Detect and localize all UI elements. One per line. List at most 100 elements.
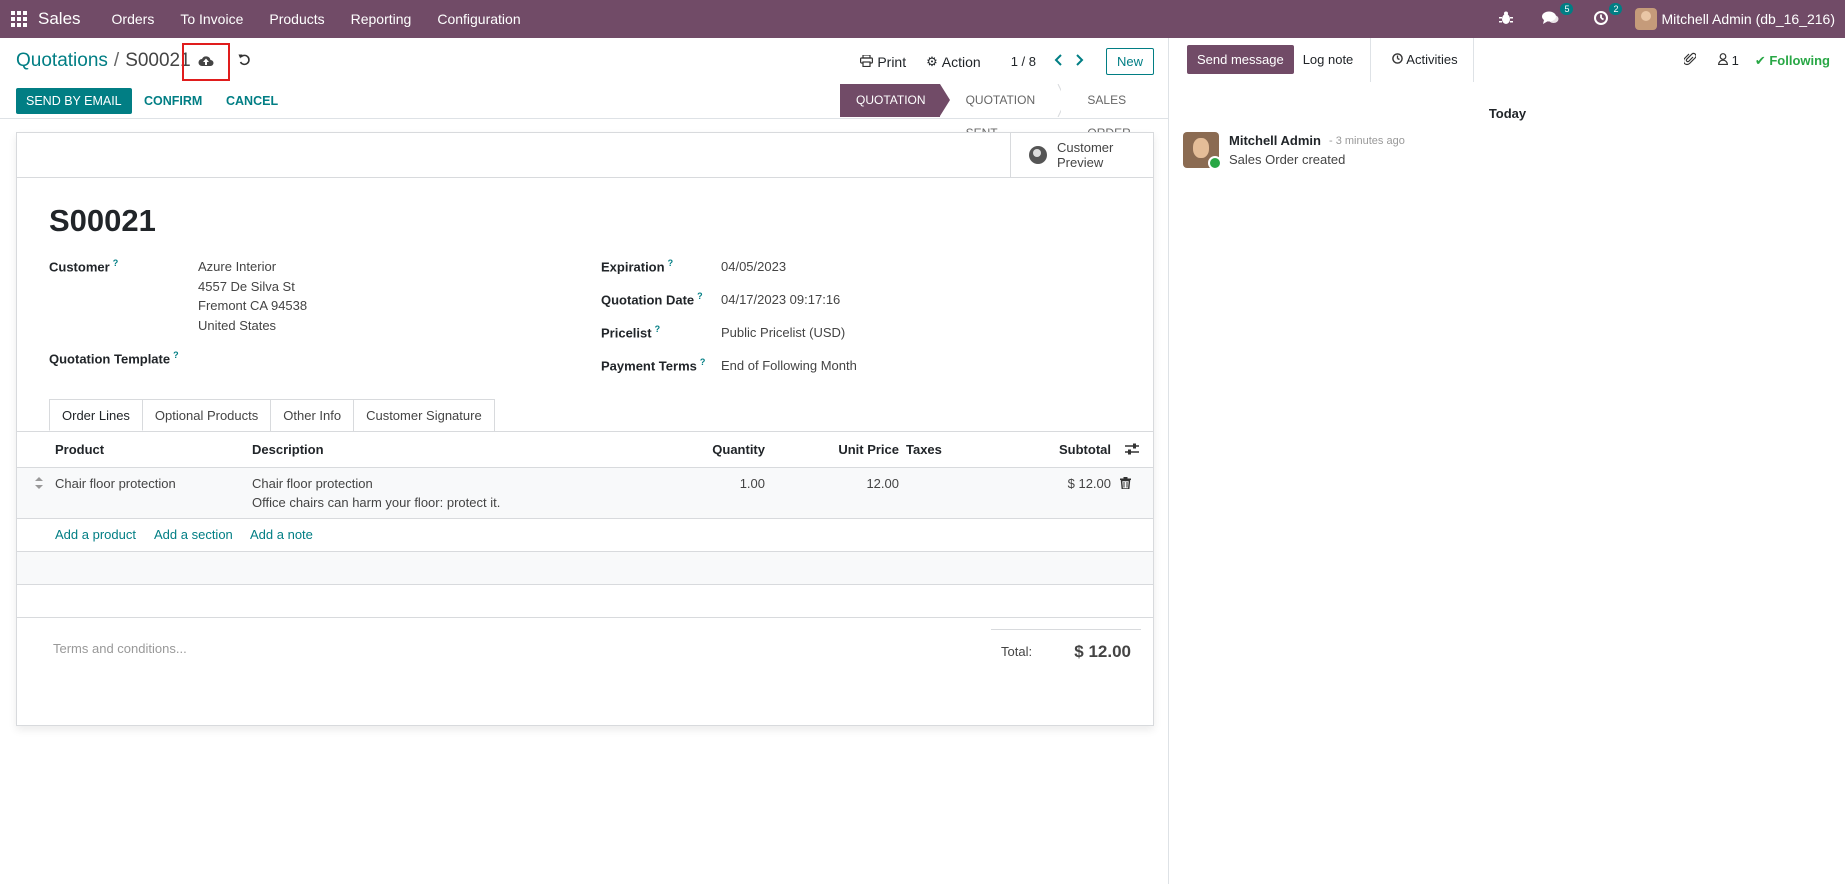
add-product-link[interactable]: Add a product xyxy=(55,527,136,542)
menu-reporting[interactable]: Reporting xyxy=(338,0,425,38)
systray: 5 2 Mitchell Admin (db_16_216) xyxy=(1488,0,1845,38)
terms-conditions-input[interactable]: Terms and conditions... xyxy=(53,641,187,656)
stage-sales-order[interactable]: SALES ORDER xyxy=(1061,84,1168,140)
help-tooltip-icon[interactable]: ? xyxy=(668,258,674,268)
column-taxes[interactable]: Taxes xyxy=(906,442,942,457)
activities-clock-icon[interactable]: 2 xyxy=(1594,2,1623,28)
followers-count: 1 xyxy=(1731,53,1739,68)
stage-quotation[interactable]: QUOTATION xyxy=(840,84,950,117)
user-avatar xyxy=(1635,8,1658,30)
control-panel-actions: Print ⚙ Action 1 / 8 New xyxy=(840,48,1154,75)
pager-next-icon[interactable] xyxy=(1075,53,1084,70)
quotation-template-field[interactable] xyxy=(198,347,498,367)
menu-products[interactable]: Products xyxy=(256,0,337,38)
table-row[interactable]: Chair floor protection Chair floor prote… xyxy=(17,468,1153,519)
row-description-line1[interactable]: Chair floor protection xyxy=(252,474,373,493)
user-name: Mitchell Admin (db_16_216) xyxy=(1661,11,1835,27)
activities-button[interactable]: Activities xyxy=(1377,38,1474,82)
totals-box: Total: $ 12.00 xyxy=(991,629,1141,670)
row-quantity[interactable]: 1.00 xyxy=(740,474,765,493)
menu-orders[interactable]: Orders xyxy=(99,0,168,38)
form-sheet: Customer Preview S00021 Customer? Azure … xyxy=(16,132,1154,726)
message-author[interactable]: Mitchell Admin xyxy=(1229,133,1321,148)
customer-name: Azure Interior xyxy=(198,259,277,274)
tab-order-lines[interactable]: Order Lines xyxy=(49,399,143,431)
stage-quotation-sent[interactable]: QUOTATION SENT xyxy=(939,84,1067,140)
debug-bug-icon[interactable] xyxy=(1499,11,1514,28)
help-tooltip-icon[interactable]: ? xyxy=(173,350,179,360)
stage-arrow xyxy=(939,84,950,116)
total-value: $ 12.00 xyxy=(1074,642,1131,661)
trash-icon[interactable] xyxy=(1120,477,1131,492)
row-unit-price[interactable]: 12.00 xyxy=(866,474,899,493)
stage-pipeline: QUOTATION QUOTATION SENT SALES ORDER xyxy=(840,84,1168,140)
paperclip-icon[interactable] xyxy=(1682,52,1697,69)
column-subtotal[interactable]: Subtotal xyxy=(1059,442,1111,457)
optional-columns-sliders-icon[interactable] xyxy=(1125,443,1139,458)
globe-icon xyxy=(1029,146,1047,164)
send-message-button[interactable]: Send message xyxy=(1187,45,1294,74)
following-button[interactable]: ✔ Following xyxy=(1755,53,1830,69)
column-description[interactable]: Description xyxy=(252,442,324,457)
pricelist-field[interactable]: Public Pricelist (USD) xyxy=(721,323,845,343)
customer-city: Fremont CA 94538 xyxy=(198,298,308,313)
payment-terms-field[interactable]: End of Following Month xyxy=(721,356,857,376)
messages-icon[interactable]: 5 xyxy=(1542,2,1574,28)
tab-customer-signature[interactable]: Customer Signature xyxy=(353,399,495,431)
log-note-button[interactable]: Log note xyxy=(1286,38,1371,82)
followers-button[interactable]: 1 xyxy=(1717,53,1739,68)
breadcrumb-separator: / xyxy=(113,50,120,71)
undo-icon xyxy=(238,53,251,70)
column-quantity[interactable]: Quantity xyxy=(712,442,765,457)
messages-badge: 5 xyxy=(1560,2,1574,15)
date-separator: Today xyxy=(1488,106,1527,121)
breadcrumb-current: S00021 xyxy=(125,50,191,71)
app-brand[interactable]: Sales xyxy=(38,9,81,29)
menu-configuration[interactable]: Configuration xyxy=(424,0,533,38)
total-label: Total: xyxy=(1001,644,1033,659)
row-description-line2[interactable]: Office chairs can harm your floor: prote… xyxy=(252,493,500,512)
action-button[interactable]: ⚙ Action xyxy=(926,54,981,70)
confirm-button[interactable]: CONFIRM xyxy=(144,94,202,108)
send-by-email-button[interactable]: SEND BY EMAIL xyxy=(16,88,132,114)
following-label: Following xyxy=(1769,52,1830,68)
row-product[interactable]: Chair floor protection xyxy=(55,474,176,493)
customer-preview-button[interactable]: Customer Preview xyxy=(1010,133,1153,177)
clock-icon xyxy=(1392,52,1406,67)
tab-optional-products[interactable]: Optional Products xyxy=(141,399,272,431)
empty-row xyxy=(17,552,1153,585)
expiration-field[interactable]: 04/05/2023 xyxy=(721,257,786,277)
user-menu[interactable]: Mitchell Admin (db_16_216) xyxy=(1635,8,1835,30)
action-label: Action xyxy=(941,53,981,70)
button-box: Customer Preview xyxy=(17,133,1153,178)
print-label: Print xyxy=(877,53,907,70)
breadcrumb: Quotations / S00021 xyxy=(16,50,191,72)
notebook-tabs: Order Lines Optional Products Other Info… xyxy=(49,399,495,431)
drag-handle-icon[interactable] xyxy=(35,477,43,492)
cancel-button[interactable]: CANCEL xyxy=(226,94,278,108)
save-button[interactable] xyxy=(182,43,230,81)
help-tooltip-icon[interactable]: ? xyxy=(697,291,703,301)
chatter-followers-area: 1 ✔ Following xyxy=(1682,52,1830,69)
breadcrumb-quotations[interactable]: Quotations xyxy=(16,50,108,72)
column-product[interactable]: Product xyxy=(55,442,104,457)
customer-field[interactable]: Azure Interior 4557 De Silva St Fremont … xyxy=(198,257,307,335)
online-status-icon xyxy=(1208,156,1222,170)
add-section-link[interactable]: Add a section xyxy=(154,527,233,542)
column-unit-price[interactable]: Unit Price xyxy=(838,442,899,457)
activities-label: Activities xyxy=(1406,52,1458,67)
tab-other-info[interactable]: Other Info xyxy=(270,399,355,431)
pager-value[interactable]: 1 / 8 xyxy=(1011,54,1036,69)
help-tooltip-icon[interactable]: ? xyxy=(655,324,661,334)
print-button[interactable]: Print xyxy=(860,54,906,70)
quotation-date-field[interactable]: 04/17/2023 09:17:16 xyxy=(721,290,840,310)
help-tooltip-icon[interactable]: ? xyxy=(113,258,119,268)
pager-previous-icon[interactable] xyxy=(1054,53,1063,70)
new-button[interactable]: New xyxy=(1105,48,1154,75)
user-icon xyxy=(1717,53,1732,68)
help-tooltip-icon[interactable]: ? xyxy=(700,357,706,367)
add-note-link[interactable]: Add a note xyxy=(250,527,313,542)
menu-to-invoice[interactable]: To Invoice xyxy=(167,0,256,38)
discard-button[interactable] xyxy=(238,53,251,70)
apps-menu-icon[interactable] xyxy=(2,0,36,38)
